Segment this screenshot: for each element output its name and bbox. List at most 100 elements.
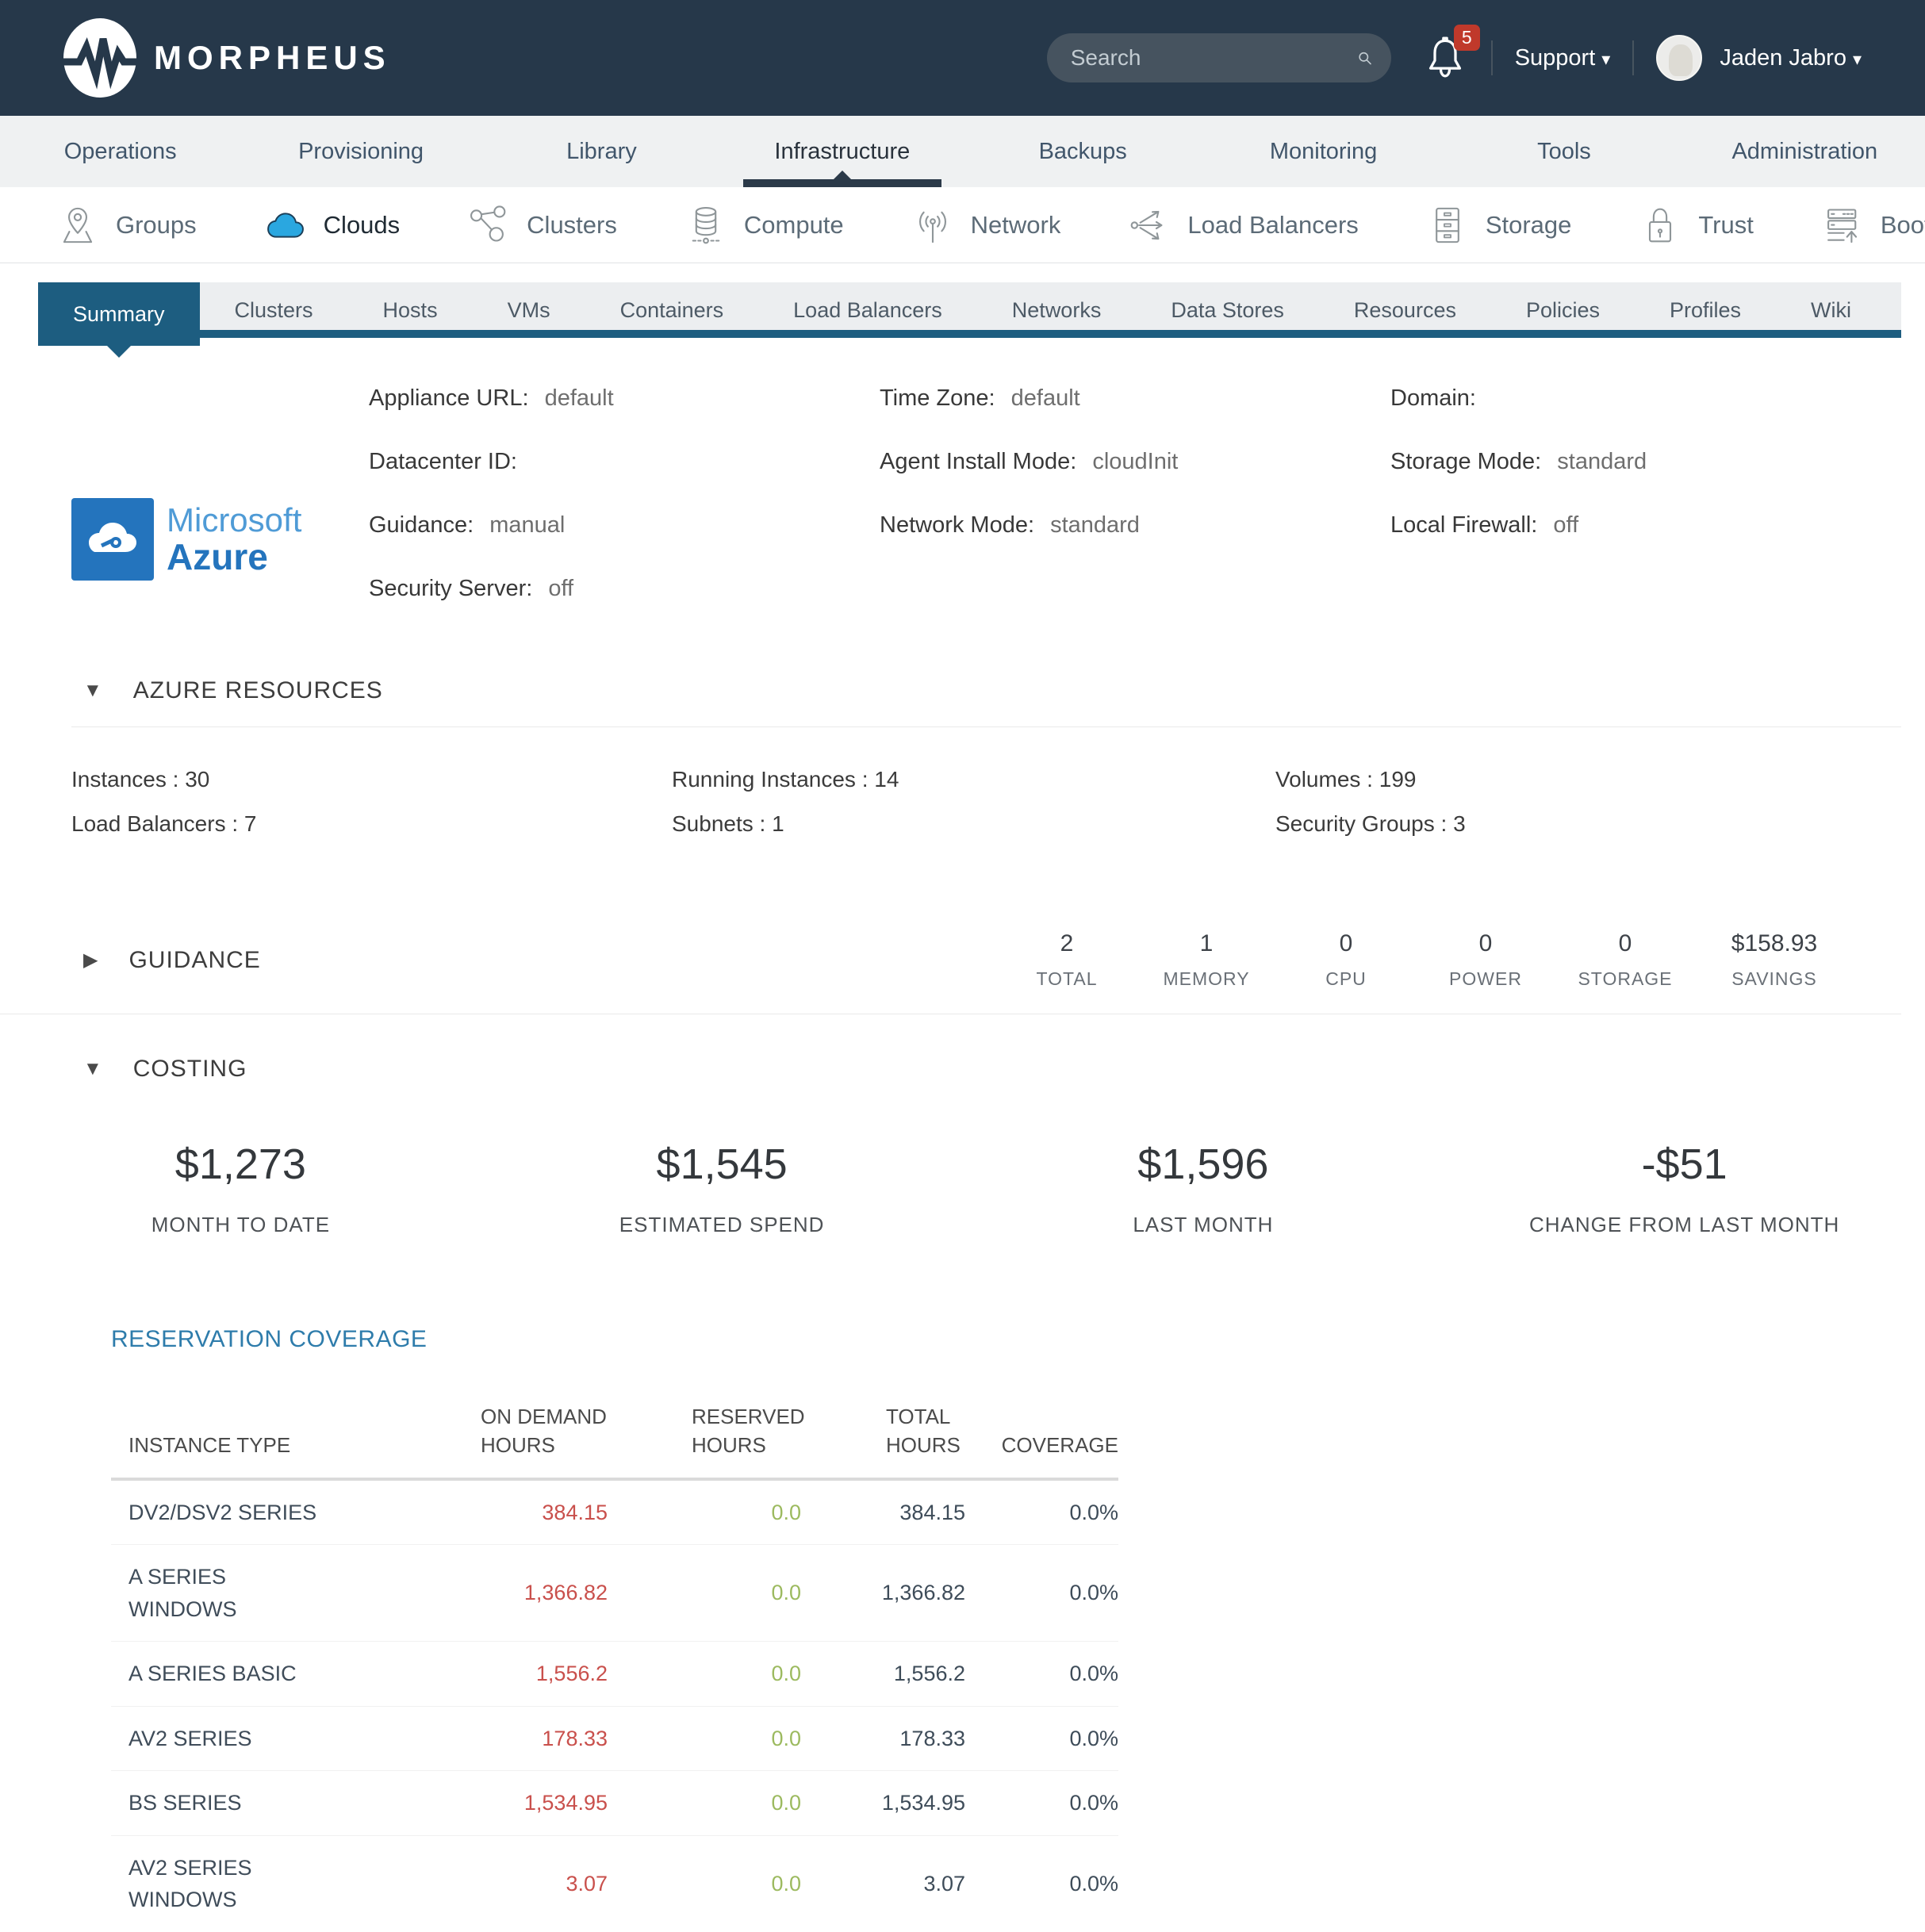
nav-item-administration[interactable]: Administration	[1685, 116, 1925, 187]
stat-label: POWER	[1416, 968, 1555, 990]
cloud-info-section: Microsoft Azure Appliance URL: default D…	[0, 338, 1925, 639]
field-value: cloudInit	[1092, 449, 1178, 474]
costing-toggle[interactable]: ▼ COSTING	[0, 1056, 1925, 1083]
morpheus-logo[interactable]: MORPHEUS	[62, 17, 391, 99]
subnav-item-storage[interactable]: Storage	[1427, 205, 1572, 246]
stat-label: Security Groups	[1275, 811, 1453, 836]
subnav-item-groups[interactable]: Groups	[57, 205, 197, 246]
nav-item-backups[interactable]: Backups	[963, 116, 1203, 187]
notifications-button[interactable]: 5	[1425, 34, 1469, 82]
nav-item-tools[interactable]: Tools	[1444, 116, 1684, 187]
tab-vms[interactable]: VMs	[473, 282, 585, 338]
subnav-item-boot[interactable]: Boot	[1822, 205, 1925, 246]
header-divider	[1632, 40, 1634, 75]
field-storage-mode: Storage Mode: standard	[1390, 449, 1901, 475]
brand-name: MORPHEUS	[154, 39, 391, 77]
collapse-triangle-icon: ▼	[83, 1058, 103, 1080]
field-value: off	[1553, 512, 1578, 538]
tab-resources[interactable]: Resources	[1319, 282, 1491, 338]
costing-month-to-date: $1,273 MONTH TO DATE	[0, 1140, 481, 1237]
costing-estimated-spend: $1,545 ESTIMATED SPEND	[481, 1140, 963, 1237]
tab-data-stores[interactable]: Data Stores	[1136, 282, 1319, 338]
tab-profiles[interactable]: Profiles	[1635, 282, 1776, 338]
coverage: 0.0%	[965, 1771, 1118, 1836]
search-icon[interactable]	[1357, 44, 1372, 71]
nav-item-operations[interactable]: Operations	[0, 116, 240, 187]
tab-hosts[interactable]: Hosts	[348, 282, 473, 338]
instance-type: BS SERIES	[111, 1771, 333, 1836]
search-input[interactable]	[1071, 45, 1357, 71]
reserved-hours: 0.0	[608, 1642, 801, 1707]
table-row: DV2/DSV2 SERIES 384.15 0.0 384.15 0.0%	[111, 1479, 1118, 1545]
guidance-stat-power: 0 POWER	[1416, 930, 1555, 990]
costing-last-month: $1,596 LAST MONTH	[963, 1140, 1444, 1237]
stat-value: -$51	[1444, 1140, 1925, 1189]
clusters-icon	[468, 205, 509, 246]
field-guidance: Guidance: manual	[369, 512, 880, 539]
nav-item-provisioning[interactable]: Provisioning	[240, 116, 481, 187]
subnav-item-clusters[interactable]: Clusters	[468, 205, 617, 246]
subnav-label: Clouds	[324, 211, 401, 240]
user-menu[interactable]: Jaden Jabro▾	[1720, 45, 1862, 71]
total-hours: 3.07	[801, 1835, 965, 1932]
tab-containers[interactable]: Containers	[585, 282, 759, 338]
nav-item-monitoring[interactable]: Monitoring	[1203, 116, 1444, 187]
table-header-row: INSTANCE TYPE ON DEMAND HOURS RESERVED H…	[111, 1402, 1118, 1479]
subnav-label: Groups	[116, 211, 197, 240]
costing-change-from-last-month: -$51 CHANGE FROM LAST MONTH	[1444, 1140, 1925, 1237]
tab-clusters[interactable]: Clusters	[200, 282, 348, 338]
field-agent-install-mode: Agent Install Mode: cloudInit	[880, 449, 1390, 475]
nav-item-infrastructure[interactable]: Infrastructure	[722, 116, 962, 187]
stat-value: 1	[1137, 930, 1276, 957]
field-value: standard	[1050, 512, 1140, 538]
stat-label: TOTAL	[997, 968, 1137, 990]
subnav-label: Load Balancers	[1187, 211, 1358, 240]
subnav-item-clouds[interactable]: Clouds	[265, 205, 401, 246]
stat-value: 14	[874, 767, 899, 792]
stat-security-groups: Security Groups3	[1275, 811, 1925, 837]
stat-label: Subnets	[672, 811, 772, 836]
guidance-toggle[interactable]: ▶ GUIDANCE	[83, 947, 261, 974]
stat-value: 30	[185, 767, 209, 792]
field-label: Time Zone:	[880, 385, 995, 411]
coverage: 0.0%	[965, 1545, 1118, 1642]
field-label: Agent Install Mode:	[880, 449, 1076, 474]
nav-item-library[interactable]: Library	[481, 116, 722, 187]
tab-networks[interactable]: Networks	[977, 282, 1137, 338]
total-hours: 1,366.82	[801, 1545, 965, 1642]
subnav-label: Boot	[1881, 211, 1925, 240]
table-row: A SERIES WINDOWS 1,366.82 0.0 1,366.82 0…	[111, 1545, 1118, 1642]
azure-resources-toggle[interactable]: ▼ AZURE RESOURCES	[0, 677, 1925, 704]
table-row: A SERIES BASIC 1,556.2 0.0 1,556.2 0.0%	[111, 1642, 1118, 1707]
subnav-item-trust[interactable]: Trust	[1639, 205, 1753, 246]
guidance-stat-memory: 1 MEMORY	[1137, 930, 1276, 990]
support-menu[interactable]: Support▾	[1515, 45, 1611, 71]
on-demand-hours: 178.33	[333, 1706, 608, 1771]
subnav-label: Network	[971, 211, 1061, 240]
subnav-item-load-balancers[interactable]: Load Balancers	[1129, 205, 1358, 246]
stat-value: 199	[1379, 767, 1417, 792]
field-datacenter-id: Datacenter ID:	[369, 449, 880, 475]
notification-count-badge: 5	[1454, 25, 1480, 51]
app-header: MORPHEUS 5 Support▾ Jaden Jabro▾	[0, 0, 1925, 116]
tab-summary[interactable]: Summary	[38, 282, 200, 346]
avatar[interactable]	[1656, 35, 1702, 81]
header-divider	[1491, 40, 1493, 75]
subnav-item-network[interactable]: Network	[912, 205, 1061, 246]
col-on-demand-hours: ON DEMAND HOURS	[333, 1402, 608, 1479]
field-label: Guidance:	[369, 512, 474, 538]
azure-resources-section: ▼ AZURE RESOURCES Instances30 Running In…	[0, 677, 1925, 837]
col-reserved-hours: RESERVED HOURS	[608, 1402, 801, 1479]
tab-load-balancers[interactable]: Load Balancers	[758, 282, 977, 338]
tab-policies[interactable]: Policies	[1491, 282, 1635, 338]
on-demand-hours: 1,534.95	[333, 1771, 608, 1836]
subnav-label: Compute	[744, 211, 844, 240]
subnav-item-compute[interactable]: Compute	[685, 205, 844, 246]
tab-wiki[interactable]: Wiki	[1776, 282, 1886, 338]
field-label: Domain:	[1390, 385, 1476, 411]
field-local-firewall: Local Firewall: off	[1390, 512, 1901, 539]
field-label: Security Server:	[369, 576, 532, 601]
main-nav: Operations Provisioning Library Infrastr…	[0, 116, 1925, 187]
guidance-section: ▶ GUIDANCE 2 TOTAL 1 MEMORY 0 CPU 0 POWE…	[0, 930, 1901, 1014]
total-hours: 178.33	[801, 1706, 965, 1771]
